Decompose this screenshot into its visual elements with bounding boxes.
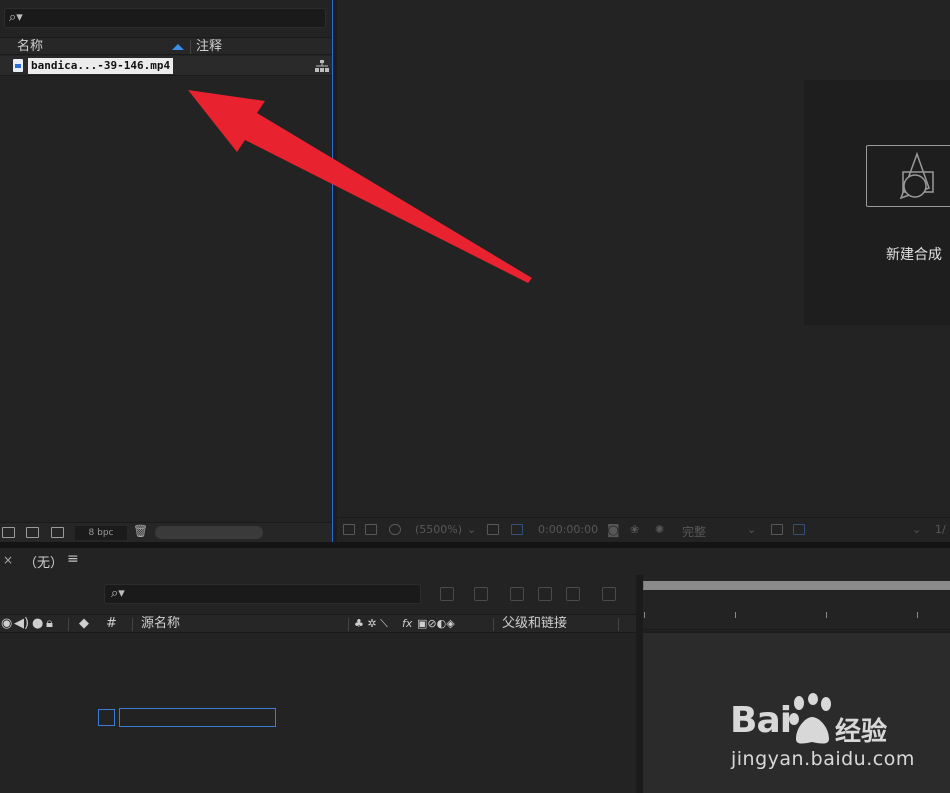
view-layout-icon[interactable] bbox=[793, 524, 805, 535]
panel-menu-icon[interactable]: ≡ bbox=[67, 551, 79, 567]
timecode-display[interactable]: 0:00:00:00 bbox=[538, 523, 598, 536]
zoom-select[interactable]: (5500%) bbox=[415, 523, 462, 536]
timeline-tab-bar: × （无） ≡ bbox=[0, 548, 950, 575]
new-composition-label[interactable]: 新建合成 bbox=[886, 244, 942, 264]
sort-ascending-icon[interactable] bbox=[172, 44, 184, 50]
project-search-input[interactable]: ⌕▾ bbox=[4, 8, 326, 28]
shape-glyph bbox=[899, 151, 934, 200]
column-divider[interactable] bbox=[190, 40, 191, 54]
quality-switch-icon[interactable]: ▣⊘◐◈ bbox=[417, 616, 455, 632]
mp4-file-icon bbox=[13, 59, 23, 72]
ruler-tick bbox=[644, 612, 645, 618]
timeline-search-input[interactable]: ⌕▾ bbox=[104, 584, 421, 604]
work-area-bar[interactable] bbox=[637, 581, 950, 590]
timeline-tab[interactable]: （无） bbox=[24, 552, 63, 571]
label-icon[interactable]: ◆ bbox=[79, 616, 89, 632]
resolution-select[interactable]: 完整 bbox=[682, 523, 706, 540]
column-divider[interactable] bbox=[618, 618, 619, 631]
shy-icon[interactable]: ♣ ✲ ⟍ bbox=[354, 616, 388, 632]
close-icon[interactable]: × bbox=[3, 553, 13, 567]
chevron-down-icon[interactable]: ⌄ bbox=[747, 523, 756, 536]
ruler-tick bbox=[826, 612, 827, 618]
column-divider[interactable] bbox=[132, 618, 133, 631]
interpret-footage-icon[interactable] bbox=[2, 527, 15, 538]
column-divider[interactable] bbox=[493, 618, 494, 631]
solo-icon[interactable]: ● bbox=[32, 616, 43, 632]
camera-icon[interactable]: ◙ bbox=[607, 523, 620, 538]
region-of-interest-icon[interactable] bbox=[487, 524, 499, 535]
hide-shy-layers-icon[interactable] bbox=[510, 587, 524, 601]
chevron-down-icon[interactable]: ⌄ bbox=[467, 523, 476, 536]
source-name-header[interactable]: 源名称 bbox=[141, 616, 180, 632]
search-icon[interactable]: ⌕▾ bbox=[9, 10, 23, 25]
mask-icon[interactable] bbox=[389, 524, 401, 535]
project-item-row[interactable]: bandica...-39-146.mp4 bbox=[0, 56, 332, 76]
color-picker-icon[interactable]: ✺ bbox=[655, 523, 664, 536]
layer-switch-placeholder[interactable] bbox=[98, 709, 115, 726]
motion-blur-icon[interactable] bbox=[566, 587, 580, 601]
horizontal-scrollbar[interactable] bbox=[155, 526, 263, 539]
effects-switch-icon[interactable]: fx bbox=[402, 616, 412, 632]
show-channel-icon[interactable]: ❀ bbox=[630, 523, 639, 536]
column-divider[interactable] bbox=[348, 618, 349, 631]
timeline-layer-panel bbox=[0, 575, 636, 793]
layer-number-header[interactable]: # bbox=[106, 616, 117, 632]
trash-icon[interactable]: 🗑 bbox=[133, 524, 148, 538]
draft-3d-icon[interactable] bbox=[474, 587, 488, 601]
column-comment-header[interactable]: 注释 bbox=[196, 38, 222, 55]
new-folder-icon[interactable] bbox=[26, 527, 39, 538]
timeline-column-header: ◉ ◀) ● 🔒︎ ◆ # 源名称 ♣ ✲ ⟍ fx ▣⊘◐◈ 父级和链接 bbox=[0, 614, 636, 633]
monitor-icon[interactable] bbox=[365, 524, 377, 535]
baidu-watermark-suffix: 经验 bbox=[835, 717, 888, 747]
paw-icon bbox=[789, 693, 831, 744]
baidu-watermark-url: jingyan.baidu.com bbox=[731, 748, 915, 770]
audio-icon[interactable]: ◀) bbox=[14, 616, 29, 632]
time-ruler[interactable] bbox=[637, 596, 950, 630]
eye-icon[interactable]: ◉ bbox=[1, 616, 12, 632]
parent-link-header[interactable]: 父级和链接 bbox=[502, 616, 567, 632]
layer-name-placeholder[interactable] bbox=[119, 708, 276, 727]
timeline-splitter[interactable] bbox=[636, 575, 643, 793]
chevron-down-icon[interactable]: ⌄ bbox=[912, 523, 921, 536]
comp-flowchart-icon[interactable] bbox=[440, 587, 454, 601]
frame-blending-icon[interactable] bbox=[538, 587, 552, 601]
timeline-search-icon[interactable]: ⌕▾ bbox=[111, 586, 125, 601]
transparency-grid-icon[interactable] bbox=[511, 524, 523, 535]
ruler-tick bbox=[735, 612, 736, 618]
target-region-icon[interactable] bbox=[771, 524, 783, 535]
column-name-header[interactable]: 名称 bbox=[17, 38, 43, 55]
project-column-header: 名称 注释 bbox=[0, 37, 332, 55]
new-comp-icon[interactable] bbox=[866, 145, 950, 207]
project-item-name[interactable]: bandica...-39-146.mp4 bbox=[28, 58, 174, 74]
bit-depth-button[interactable]: 8 bpc bbox=[75, 526, 127, 540]
always-preview-icon[interactable] bbox=[343, 524, 355, 535]
lock-icon[interactable]: 🔒︎ bbox=[46, 616, 53, 632]
project-panel: ⌕▾ 名称 注释 bandica...-39-146.mp4 8 bpc 🗑 bbox=[0, 0, 333, 542]
project-footer: 8 bpc 🗑 bbox=[0, 522, 332, 542]
graph-editor-icon[interactable] bbox=[602, 587, 616, 601]
flowchart-icon[interactable] bbox=[315, 60, 329, 72]
ruler-tick bbox=[917, 612, 918, 618]
baidu-watermark-logo: Bai bbox=[730, 700, 792, 741]
new-composition-icon[interactable] bbox=[51, 527, 64, 538]
viewer-toolbar: (5500%) ⌄ 0:00:00:00 ◙ ❀ ✺ 完整 ⌄ ⌄ 1/ bbox=[337, 517, 950, 542]
view-count-select[interactable]: 1/ bbox=[935, 523, 946, 536]
column-divider[interactable] bbox=[68, 618, 69, 631]
